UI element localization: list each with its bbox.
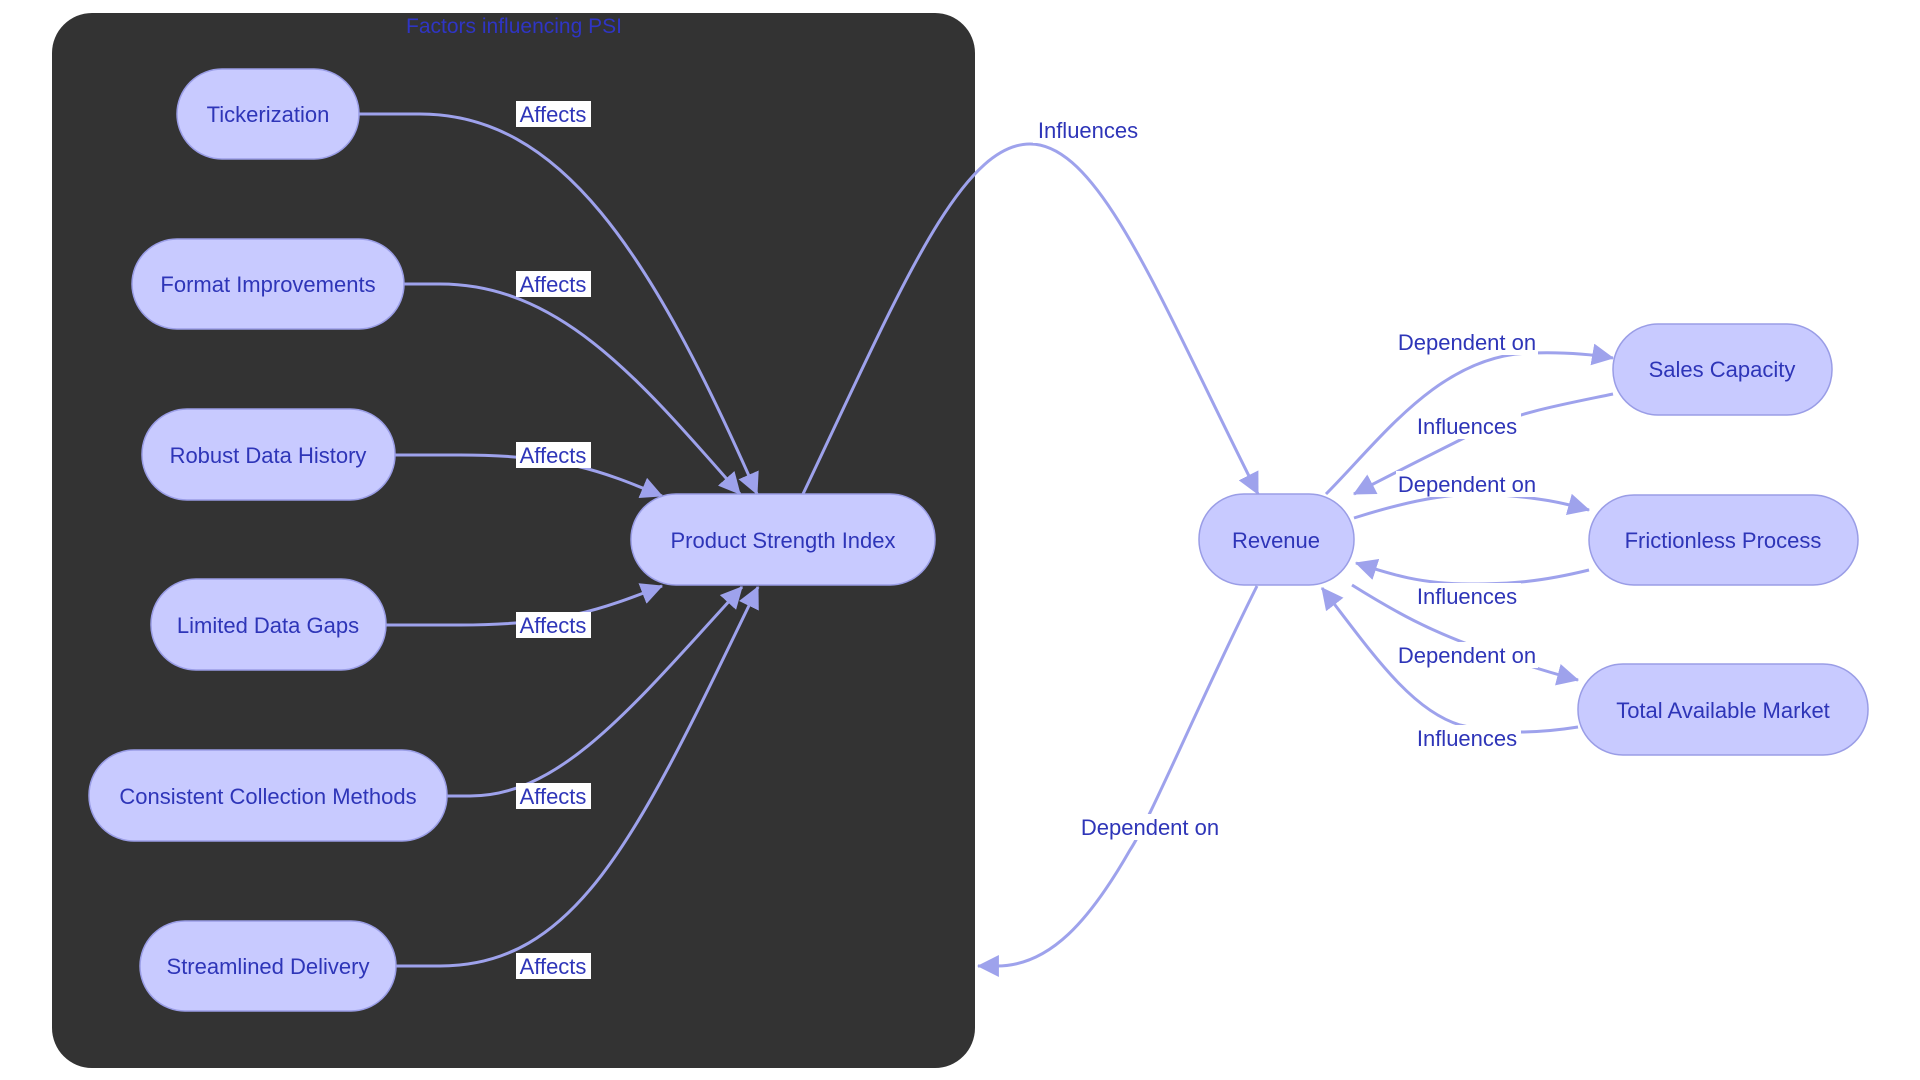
edge-label-tickerization: Affects bbox=[516, 101, 591, 127]
svg-text:Affects: Affects bbox=[520, 443, 587, 468]
svg-text:Frictionless Process: Frictionless Process bbox=[1625, 528, 1822, 553]
edge-revenue-frictionless[interactable] bbox=[1353, 492, 1591, 520]
edge-revenue-cluster[interactable] bbox=[976, 585, 1259, 977]
svg-text:Product Strength Index: Product Strength Index bbox=[670, 528, 895, 553]
svg-text:Affects: Affects bbox=[520, 272, 587, 297]
node-limited-data-gaps[interactable]: Limited Data Gaps bbox=[150, 578, 387, 671]
node-robust-data-history[interactable]: Robust Data History bbox=[141, 408, 396, 501]
edge-label-revenue-sales: Dependent on bbox=[1396, 329, 1538, 355]
svg-text:Affects: Affects bbox=[520, 102, 587, 127]
svg-text:Affects: Affects bbox=[520, 954, 587, 979]
edge-label-revenue-cluster: Dependent on bbox=[1079, 814, 1221, 840]
svg-text:Tickerization: Tickerization bbox=[207, 102, 330, 127]
svg-text:Sales Capacity: Sales Capacity bbox=[1649, 357, 1796, 382]
node-revenue[interactable]: Revenue bbox=[1198, 493, 1355, 586]
edge-label-sales-revenue: Influences bbox=[1413, 413, 1521, 439]
node-consistent-collection-methods[interactable]: Consistent Collection Methods bbox=[88, 749, 448, 842]
svg-text:Dependent on: Dependent on bbox=[1081, 815, 1219, 840]
edge-label-format: Affects bbox=[516, 271, 591, 297]
svg-text:Influences: Influences bbox=[1417, 414, 1517, 439]
svg-text:Dependent on: Dependent on bbox=[1398, 330, 1536, 355]
svg-text:Influences: Influences bbox=[1038, 118, 1138, 143]
node-product-strength-index[interactable]: Product Strength Index bbox=[630, 493, 936, 586]
svg-text:Affects: Affects bbox=[520, 784, 587, 809]
svg-text:Consistent Collection Methods: Consistent Collection Methods bbox=[119, 784, 416, 809]
edge-label-revenue-tam: Dependent on bbox=[1396, 642, 1538, 668]
node-streamlined-delivery[interactable]: Streamlined Delivery bbox=[139, 920, 397, 1012]
svg-text:Affects: Affects bbox=[520, 613, 587, 638]
edge-label-frictionless-revenue: Influences bbox=[1413, 583, 1521, 609]
edge-label-tam-revenue: Influences bbox=[1413, 725, 1521, 751]
svg-text:Influences: Influences bbox=[1417, 726, 1517, 751]
cluster-title: Factors influencing PSI bbox=[406, 15, 622, 38]
edge-frictionless-revenue[interactable] bbox=[1354, 558, 1590, 586]
flowchart-diagram: Factors influencing PSI Affects Affects … bbox=[52, 13, 1869, 1068]
svg-text:Format Improvements: Format Improvements bbox=[160, 272, 375, 297]
node-format-improvements[interactable]: Format Improvements bbox=[131, 238, 405, 330]
svg-text:Dependent on: Dependent on bbox=[1398, 643, 1536, 668]
node-total-available-market[interactable]: Total Available Market bbox=[1577, 663, 1869, 756]
svg-text:Streamlined Delivery: Streamlined Delivery bbox=[167, 954, 370, 979]
svg-text:Influences: Influences bbox=[1417, 584, 1517, 609]
node-tickerization[interactable]: Tickerization bbox=[176, 68, 360, 160]
svg-text:Robust Data History: Robust Data History bbox=[170, 443, 367, 468]
edge-label-limited: Affects bbox=[516, 612, 591, 638]
svg-text:Limited Data Gaps: Limited Data Gaps bbox=[177, 613, 359, 638]
svg-text:Dependent on: Dependent on bbox=[1398, 472, 1536, 497]
edge-label-consistent: Affects bbox=[516, 783, 591, 809]
node-sales-capacity[interactable]: Sales Capacity bbox=[1612, 323, 1833, 416]
edge-label-psi-revenue: Influences bbox=[1033, 117, 1143, 143]
node-frictionless-process[interactable]: Frictionless Process bbox=[1588, 494, 1859, 586]
edge-label-revenue-frictionless: Dependent on bbox=[1396, 471, 1538, 497]
svg-text:Revenue: Revenue bbox=[1232, 528, 1320, 553]
svg-text:Total Available Market: Total Available Market bbox=[1616, 698, 1830, 723]
edge-label-robust: Affects bbox=[516, 442, 591, 468]
edge-label-streamlined: Affects bbox=[516, 953, 591, 979]
